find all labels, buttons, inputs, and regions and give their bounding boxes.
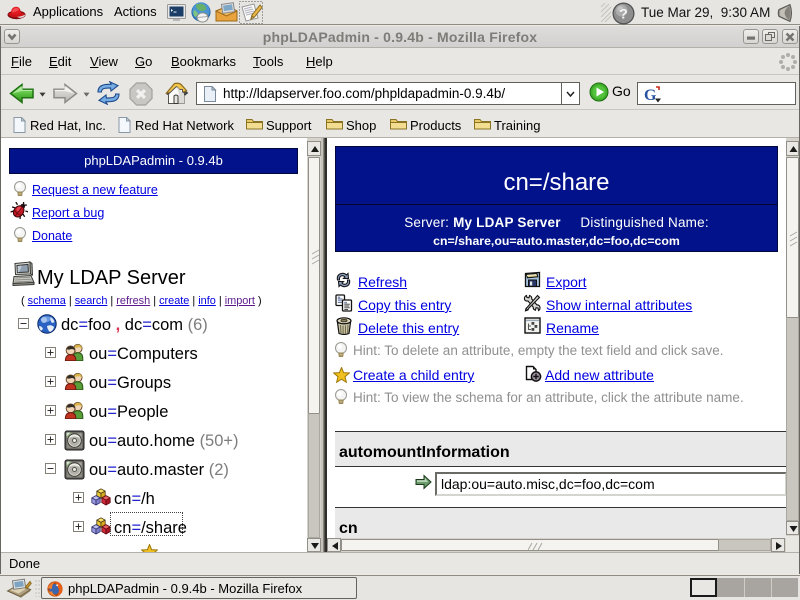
svg-text:?: ? <box>619 6 628 22</box>
svg-text:G: G <box>644 87 657 104</box>
